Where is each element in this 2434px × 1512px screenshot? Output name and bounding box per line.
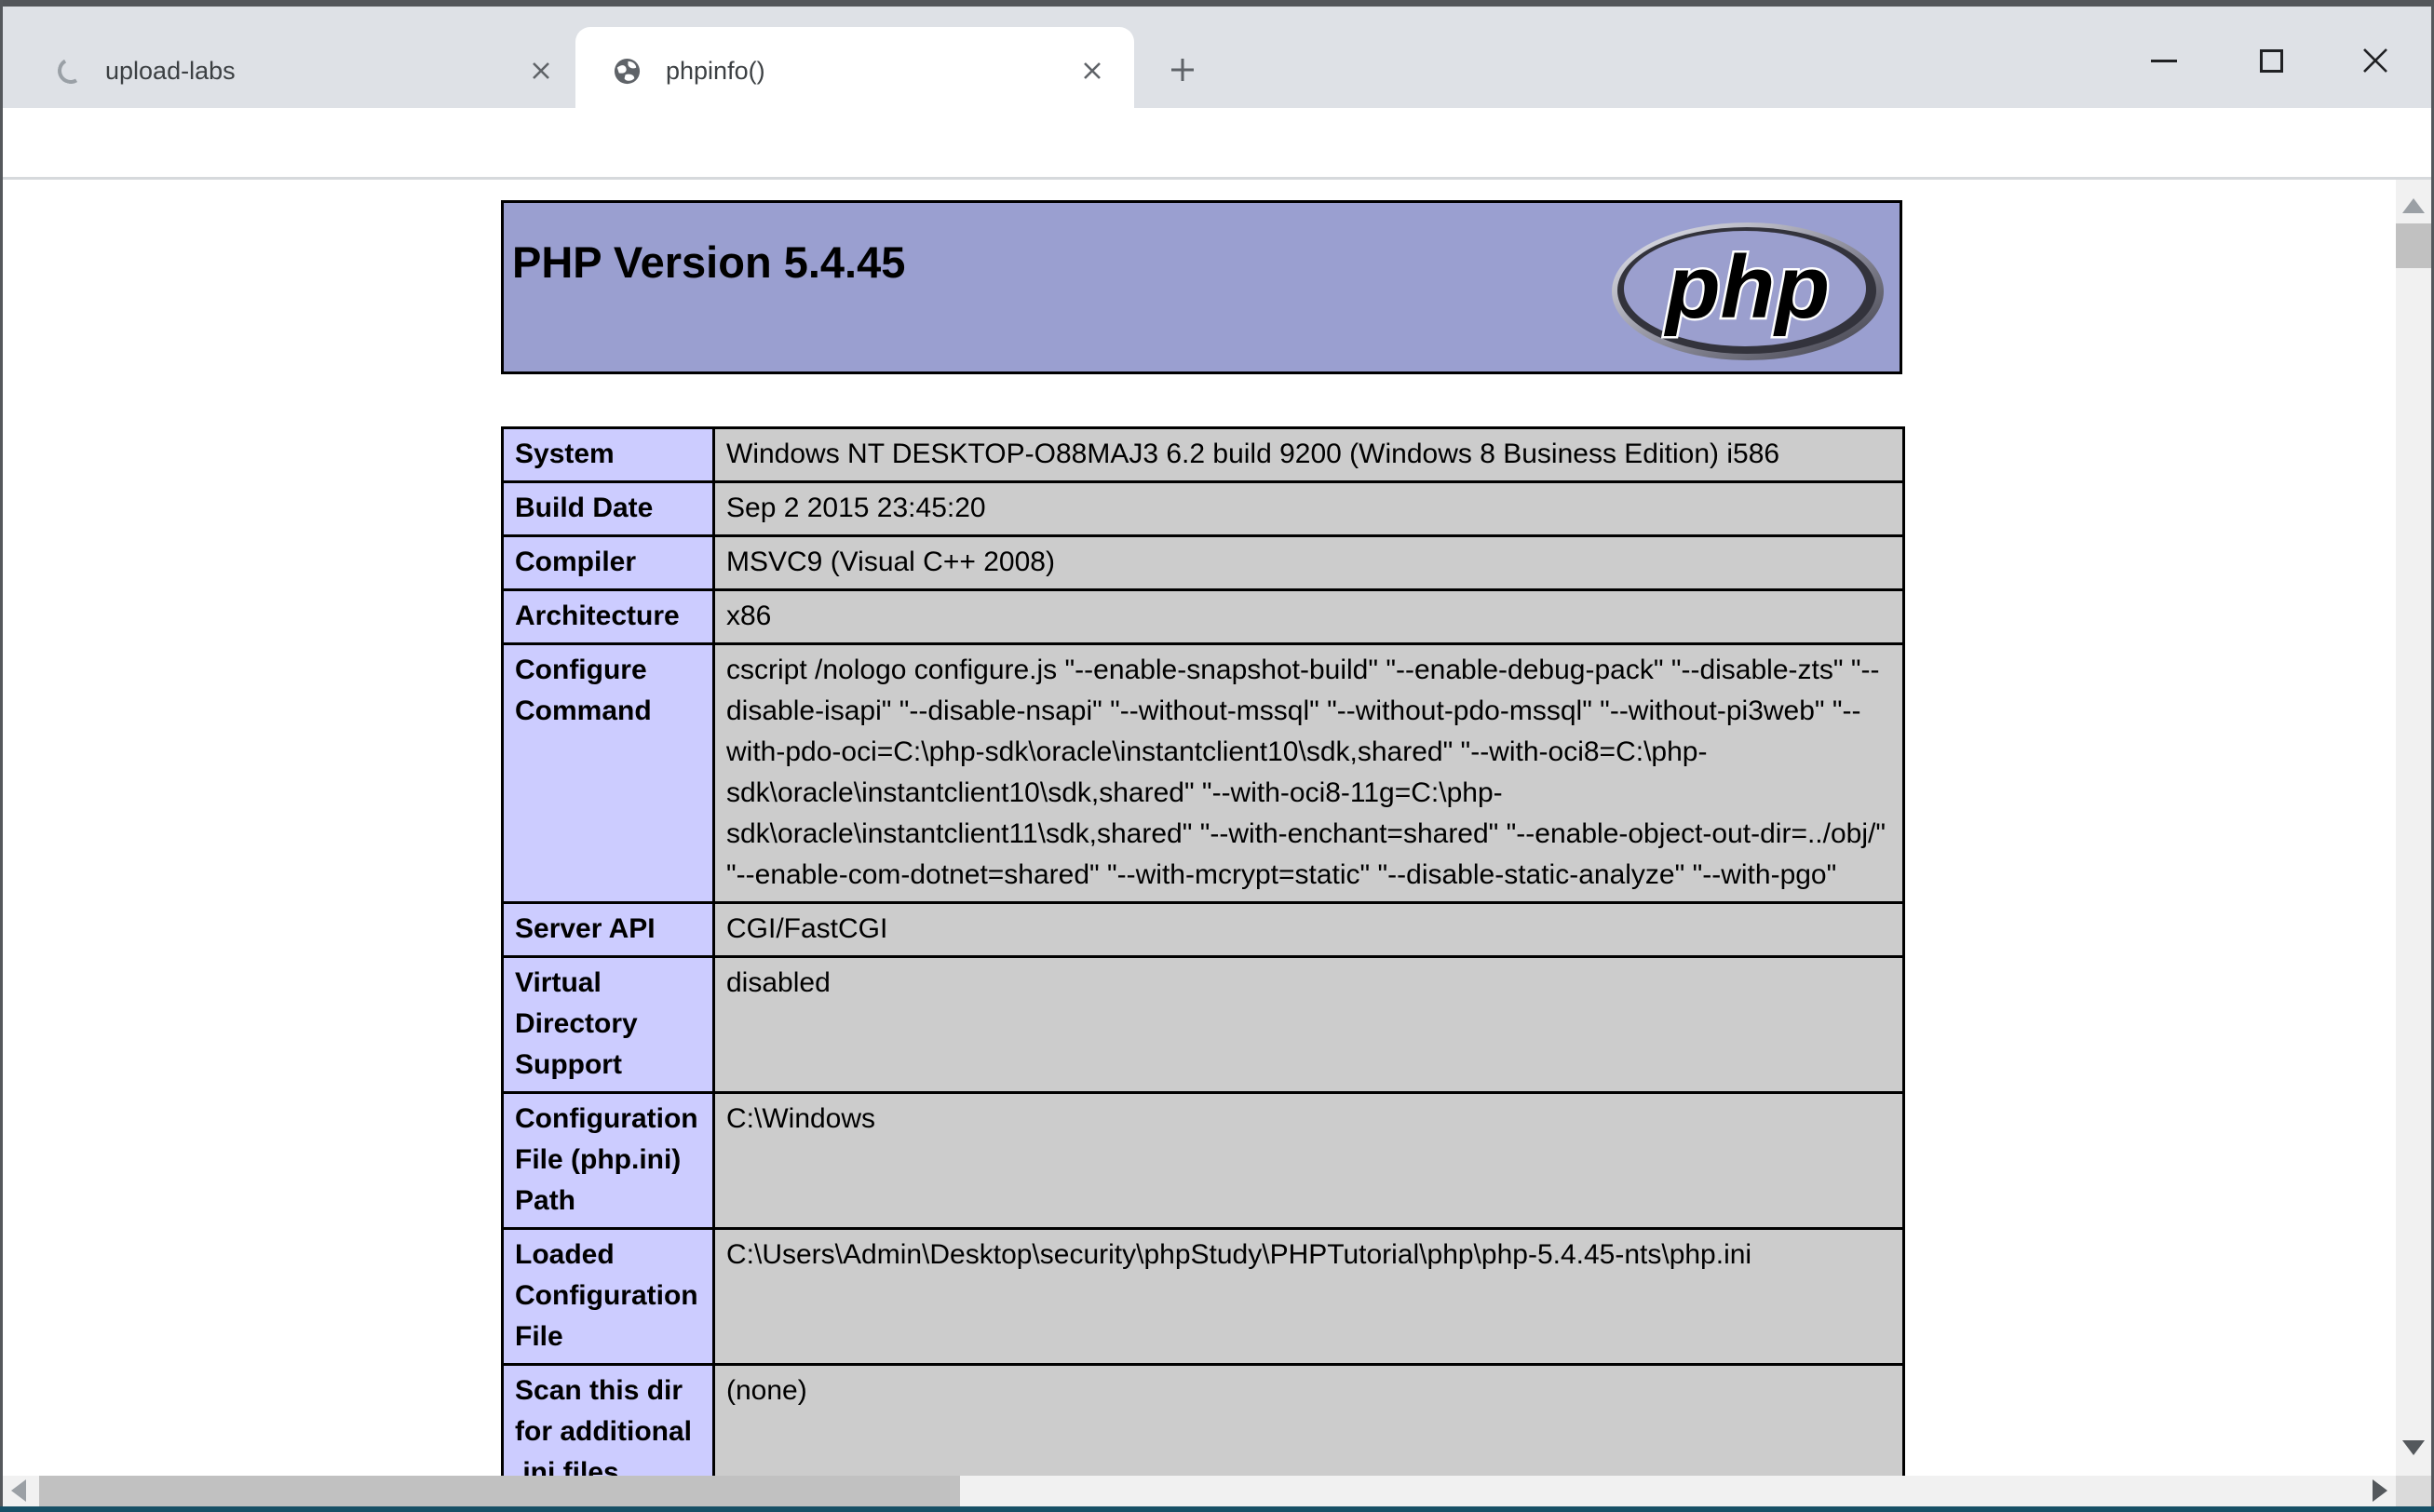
row-value: (none) [714,1365,1904,1477]
row-value: cscript /nologo configure.js "--enable-s… [714,644,1904,903]
scrollbar-corner [2396,1476,2431,1506]
row-label: Loaded Configuration File [503,1229,714,1365]
window-border-bottom [0,1506,2434,1512]
globe-icon [613,57,642,86]
row-value: C:\Users\Admin\Desktop\security\phpStudy… [714,1229,1904,1365]
php-version-header: PHP Version 5.4.45 php [501,200,1902,374]
browser-window: upload-labs phpinfo() [0,0,2434,1512]
row-value: CGI/FastCGI [714,903,1904,957]
row-value: Sep 2 2015 23:45:20 [714,482,1904,536]
row-label: Configure Command [503,644,714,903]
scroll-left-arrow-icon[interactable] [11,1479,26,1502]
browser-toolbar: http://127.0.0.1/upload/tz.php. [3,108,2431,180]
table-row: Configure Command cscript /nologo config… [503,644,1904,903]
maximize-icon [2260,49,2283,73]
row-label: Configuration File (php.ini) Path [503,1093,714,1229]
table-row: System Windows NT DESKTOP-O88MAJ3 6.2 bu… [503,428,1904,482]
scroll-up-arrow-icon[interactable] [2402,198,2425,213]
table-row: Loaded Configuration File C:\Users\Admin… [503,1229,1904,1365]
row-label: Compiler [503,536,714,590]
close-icon [2360,45,2391,76]
vertical-scrollbar-thumb[interactable] [2396,223,2431,268]
new-tab-button[interactable] [1166,53,1199,87]
row-label: Architecture [503,590,714,644]
maximize-button[interactable] [2245,34,2297,87]
table-row: Build Date Sep 2 2015 23:45:20 [503,482,1904,536]
tab-strip: upload-labs phpinfo() [3,7,2431,108]
scroll-right-arrow-icon[interactable] [2373,1479,2387,1502]
row-label: Scan this dir for additional .ini files [503,1365,714,1477]
minimize-button[interactable] [2138,34,2190,87]
row-value: MSVC9 (Visual C++ 2008) [714,536,1904,590]
row-label: System [503,428,714,482]
table-row: Architecture x86 [503,590,1904,644]
vertical-scrollbar[interactable] [2396,180,2431,1476]
row-value: x86 [714,590,1904,644]
tab-close-icon[interactable] [527,57,555,85]
page-title: PHP Version 5.4.45 [512,236,905,288]
page-viewport: PHP Version 5.4.45 php Sy [3,180,2396,1476]
row-value: disabled [714,957,1904,1093]
horizontal-scrollbar-thumb[interactable] [39,1476,960,1506]
close-window-button[interactable] [2349,34,2401,87]
row-label: Build Date [503,482,714,536]
window-border-left [0,0,3,1506]
php-logo-text: php [1663,237,1830,337]
php-logo[interactable]: php [1611,222,1885,366]
tab-close-icon[interactable] [1078,57,1106,85]
loading-spinner-icon [55,55,87,87]
scroll-down-arrow-icon[interactable] [2402,1440,2425,1455]
table-row: Virtual Directory Support disabled [503,957,1904,1093]
row-value: Windows NT DESKTOP-O88MAJ3 6.2 build 920… [714,428,1904,482]
horizontal-scrollbar[interactable] [3,1476,2396,1506]
table-row: Compiler MSVC9 (Visual C++ 2008) [503,536,1904,590]
table-row: Server API CGI/FastCGI [503,903,1904,957]
tab-phpinfo[interactable]: phpinfo() [575,27,1134,115]
minimize-icon [2151,60,2177,62]
row-label: Server API [503,903,714,957]
row-label: Virtual Directory Support [503,957,714,1093]
row-value: C:\Windows [714,1093,1904,1229]
table-row: Configuration File (php.ini) Path C:\Win… [503,1093,1904,1229]
tab-upload-labs[interactable]: upload-labs [37,27,571,115]
window-border-top [0,0,2434,7]
tab-title: upload-labs [105,57,236,86]
tab-title: phpinfo() [666,57,765,86]
table-row: Scan this dir for additional .ini files … [503,1365,1904,1477]
phpinfo-table: System Windows NT DESKTOP-O88MAJ3 6.2 bu… [501,426,1905,1476]
